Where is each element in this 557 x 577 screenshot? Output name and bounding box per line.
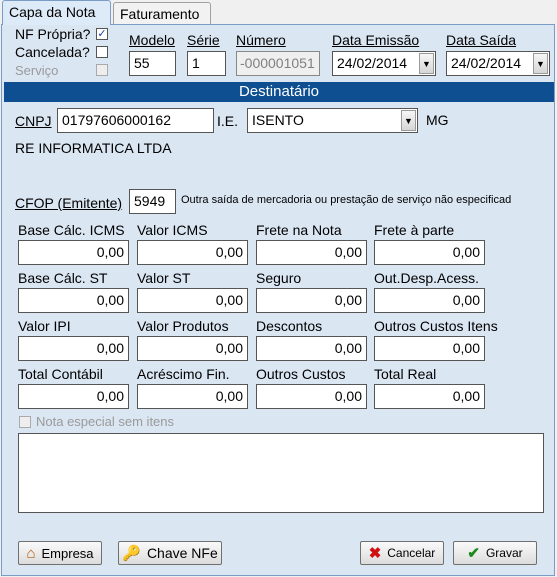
gravar-button[interactable]: ✔ Gravar	[453, 541, 537, 565]
total-contabil-label: Total Contábil	[18, 366, 103, 382]
empresa-button[interactable]: ⌂ Empresa	[18, 541, 102, 565]
data-saida-picker[interactable]: 24/02/2014 ▼	[446, 51, 550, 76]
nota-fiscal-window: Capa da Nota Faturamento NF Própria? ✓ C…	[0, 0, 557, 577]
destinatario-name: RE INFORMATICA LTDA	[15, 140, 172, 156]
observacoes-textarea[interactable]	[18, 433, 544, 513]
serie-field[interactable]: 1	[187, 51, 226, 76]
serie-label: Série	[187, 32, 220, 48]
base-st-field[interactable]: 0,00	[18, 288, 129, 313]
data-saida-value: 24/02/2014	[451, 55, 522, 71]
valor-ipi-field[interactable]: 0,00	[18, 336, 129, 361]
empresa-button-label: Empresa	[41, 545, 94, 561]
data-emissao-picker[interactable]: 24/02/2014 ▼	[332, 51, 436, 76]
seguro-field[interactable]: 0,00	[256, 288, 367, 313]
servico-checkbox	[96, 64, 108, 76]
frete-nota-field[interactable]: 0,00	[256, 240, 367, 265]
tab-capa-da-nota[interactable]: Capa da Nota	[2, 0, 111, 25]
cancelada-label: Cancelada?	[15, 44, 90, 60]
tab-label: Capa da Nota	[9, 4, 96, 20]
tab-label: Faturamento	[120, 6, 200, 22]
cfop-label: CFOP (Emitente)	[15, 195, 123, 211]
total-real-field[interactable]: 0,00	[374, 384, 485, 409]
chevron-down-icon[interactable]: ▼	[401, 110, 416, 131]
cnpj-label: CNPJ	[15, 113, 52, 129]
base-icms-label: Base Cálc. ICMS	[18, 222, 125, 238]
uf-label: MG	[426, 112, 449, 128]
base-st-label: Base Cálc. ST	[18, 270, 108, 286]
outros-custos-itens-label: Outros Custos Itens	[374, 318, 498, 334]
gravar-button-label: Gravar	[485, 546, 523, 560]
nf-propria-label: NF Própria?	[15, 26, 91, 42]
valor-icms-label: Valor ICMS	[137, 222, 208, 238]
out-desp-label: Out.Desp.Acess.	[374, 270, 480, 286]
check-icon: ✓	[97, 28, 107, 40]
checkmark-icon: ✔	[467, 544, 480, 562]
close-icon: ✖	[368, 544, 382, 562]
frete-parte-label: Frete à parte	[374, 222, 455, 238]
base-icms-field[interactable]: 0,00	[18, 240, 129, 265]
acrescimo-fin-field[interactable]: 0,00	[137, 384, 248, 409]
nota-especial-label: Nota especial sem itens	[36, 414, 175, 429]
descontos-label: Descontos	[256, 318, 323, 334]
chevron-down-icon[interactable]: ▼	[533, 53, 548, 74]
data-emissao-value: 24/02/2014	[337, 55, 408, 71]
numero-label: Número	[236, 32, 286, 48]
cfop-field[interactable]: 5949	[129, 189, 176, 214]
data-saida-label: Data Saída	[446, 32, 517, 48]
chave-nfe-button[interactable]: 🔑 Chave NFe	[118, 541, 222, 565]
acrescimo-fin-label: Acréscimo Fin.	[137, 366, 230, 382]
valor-st-label: Valor ST	[137, 270, 191, 286]
tab-faturamento[interactable]: Faturamento	[113, 2, 211, 24]
house-icon: ⌂	[26, 544, 36, 562]
data-emissao-label: Data Emissão	[332, 32, 420, 48]
total-contabil-field[interactable]: 0,00	[18, 384, 129, 409]
total-real-label: Total Real	[374, 366, 437, 382]
cfop-description: Outra saída de mercadoria ou prestação d…	[181, 194, 512, 206]
ie-value: ISENTO	[252, 112, 304, 128]
ie-label: I.E.	[217, 113, 239, 129]
cnpj-field[interactable]: 01797606000162	[57, 108, 214, 133]
cancelada-checkbox[interactable]	[96, 46, 108, 58]
outros-custos-label: Outros Custos	[256, 366, 346, 382]
valor-produtos-field[interactable]: 0,00	[137, 336, 248, 361]
chave-nfe-button-label: Chave NFe	[146, 545, 218, 561]
capa-da-nota-panel: NF Própria? ✓ Cancelada? Serviço Modelo …	[1, 24, 555, 576]
ie-combo[interactable]: ISENTO ▼	[247, 108, 418, 133]
chevron-down-icon[interactable]: ▼	[419, 53, 434, 74]
servico-label: Serviço	[15, 63, 59, 78]
modelo-label: Modelo	[129, 32, 175, 48]
descontos-field[interactable]: 0,00	[256, 336, 367, 361]
valor-st-field[interactable]: 0,00	[137, 288, 248, 313]
modelo-field[interactable]: 55	[129, 51, 176, 76]
nf-propria-checkbox[interactable]: ✓	[96, 28, 108, 40]
seguro-label: Seguro	[256, 270, 302, 286]
outros-custos-itens-field[interactable]: 0,00	[374, 336, 485, 361]
out-desp-field[interactable]: 0,00	[374, 288, 485, 313]
valor-ipi-label: Valor IPI	[18, 318, 71, 334]
numero-field: -000001051	[236, 51, 320, 76]
cancelar-button-label: Cancelar	[387, 546, 436, 560]
valor-icms-field[interactable]: 0,00	[137, 240, 248, 265]
frete-parte-field[interactable]: 0,00	[374, 240, 485, 265]
nota-especial-checkbox	[19, 416, 31, 428]
frete-nota-label: Frete na Nota	[256, 222, 342, 238]
destinatario-header: Destinatário	[4, 82, 554, 102]
key-icon: 🔑	[122, 544, 141, 562]
valor-produtos-label: Valor Produtos	[137, 318, 229, 334]
outros-custos-field[interactable]: 0,00	[256, 384, 367, 409]
cancelar-button[interactable]: ✖ Cancelar	[360, 541, 444, 565]
